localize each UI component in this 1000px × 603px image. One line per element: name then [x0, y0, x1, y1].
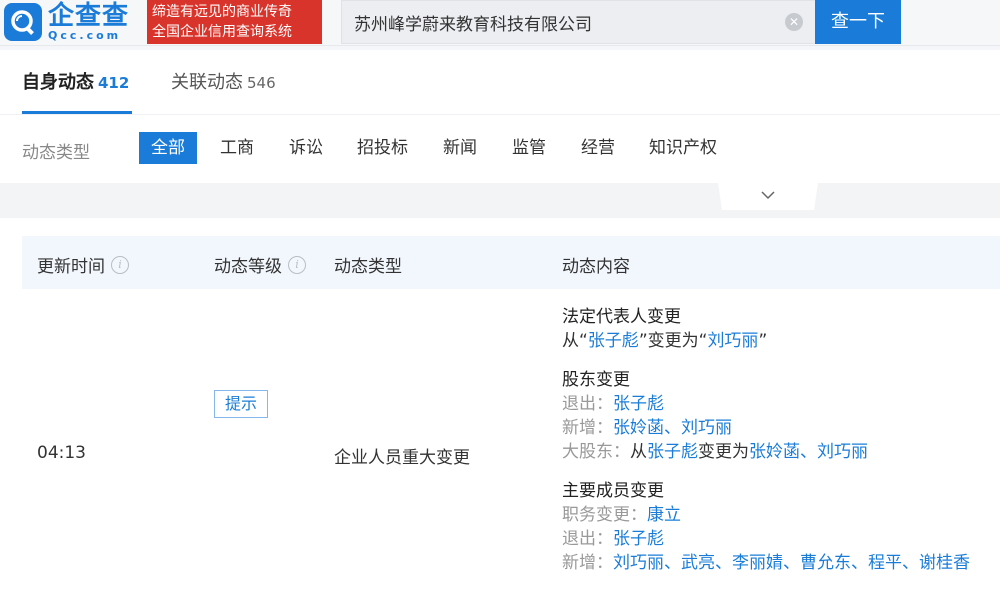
filter-ip[interactable]: 知识产权: [637, 132, 729, 164]
col-content: 动态内容: [562, 252, 630, 277]
separator: 、: [664, 553, 681, 573]
row-type: 企业人员重大变更: [334, 448, 470, 468]
tab-count: 412: [98, 74, 130, 92]
shareholder-major: 大股东：从张子彪变更为张姈菡、刘巧丽: [562, 440, 1000, 464]
person-link[interactable]: 程平: [868, 553, 902, 573]
members-exit: 退出：张子彪: [562, 527, 1000, 551]
search-input[interactable]: [354, 1, 784, 43]
label: 退出：: [562, 529, 613, 549]
separator: 、: [664, 418, 681, 438]
person-link[interactable]: 张子彪: [613, 529, 664, 549]
filter-business[interactable]: 工商: [208, 132, 266, 164]
label: 新增：: [562, 418, 613, 438]
level-badge: 提示: [214, 390, 268, 418]
person-link[interactable]: 张子彪: [588, 331, 639, 351]
chevron-down-icon[interactable]: [760, 187, 776, 203]
row-content: 法定代表人变更 从“张子彪”变更为“刘巧丽” 股东变更 退出：张子彪 新增：张姈…: [562, 305, 1000, 575]
person-link[interactable]: 张子彪: [613, 394, 664, 414]
label: 职务变更：: [562, 505, 647, 525]
logo[interactable]: 企查查 Qcc.com: [48, 2, 144, 44]
table-header: 更新时间 i 动态等级 i 动态类型 动态内容: [22, 236, 1000, 289]
person-link[interactable]: 刘巧丽: [817, 442, 868, 462]
members-duty: 职务变更：康立: [562, 503, 1000, 527]
clear-search-icon[interactable]: ✕: [785, 13, 803, 31]
filter-bidding[interactable]: 招投标: [345, 132, 420, 164]
top-header: 企查查 Qcc.com 缔造有远见的商业传奇 全国企业信用查询系统 ✕ 查一下: [0, 0, 1000, 46]
slogan-line-2: 全国企业信用查询系统: [152, 24, 292, 40]
tab-count: 546: [247, 74, 276, 92]
separator: 、: [800, 442, 817, 462]
filter-regulation[interactable]: 监管: [500, 132, 558, 164]
col-label: 动态内容: [562, 257, 630, 277]
person-link[interactable]: 张姈菡: [749, 442, 800, 462]
person-link[interactable]: 张姈菡: [613, 418, 664, 438]
person-link[interactable]: 张子彪: [647, 442, 698, 462]
row-time: 04:13: [37, 443, 86, 463]
text: 从“: [562, 331, 588, 351]
label: 新增：: [562, 553, 613, 573]
person-link[interactable]: 刘巧丽: [681, 418, 732, 438]
slogan-banner: 缔造有远见的商业传奇 全国企业信用查询系统: [147, 0, 322, 44]
text: ”: [758, 331, 768, 351]
filter-all[interactable]: 全部: [139, 132, 197, 164]
members-title: 主要成员变更: [562, 481, 664, 501]
qcc-logo-icon[interactable]: [4, 3, 42, 41]
col-update-time: 更新时间 i: [37, 252, 129, 277]
text: 变更为: [698, 442, 749, 462]
legal-rep-title: 法定代表人变更: [562, 307, 681, 327]
col-type: 动态类型: [334, 252, 402, 277]
label: 大股东：: [562, 442, 630, 462]
separator: 、: [902, 553, 919, 573]
separator: 、: [851, 553, 868, 573]
tab-own-dynamics[interactable]: 自身动态 412: [22, 68, 129, 94]
label: 退出：: [562, 394, 613, 414]
person-link[interactable]: 刘巧丽: [613, 553, 664, 573]
filter-expand-band: [0, 183, 1000, 218]
person-link[interactable]: 武亮: [681, 553, 715, 573]
separator: 、: [715, 553, 732, 573]
search-box: ✕: [341, 0, 815, 44]
text: 从: [630, 442, 647, 462]
filter-label: 动态类型: [22, 143, 90, 163]
filter-litigation[interactable]: 诉讼: [277, 132, 335, 164]
person-link[interactable]: 曹允东: [800, 553, 851, 573]
members-add: 新增：刘巧丽、武亮、李丽婧、曹允东、程平、谢桂香: [562, 551, 1000, 575]
legal-rep-change: 从“张子彪”变更为“刘巧丽”: [562, 329, 1000, 353]
person-link[interactable]: 李丽婧: [732, 553, 783, 573]
col-label: 动态等级: [214, 257, 282, 277]
shareholder-add: 新增：张姈菡、刘巧丽: [562, 416, 1000, 440]
dynamics-card: 自身动态 412 关联动态 546 动态类型 全部 工商 诉讼 招投标 新闻 监管 …: [0, 50, 1000, 603]
person-link[interactable]: 刘巧丽: [707, 331, 758, 351]
slogan-line-1: 缔造有远见的商业传奇: [152, 4, 292, 20]
separator: 、: [783, 553, 800, 573]
shareholder-title: 股东变更: [562, 370, 630, 390]
col-label: 更新时间: [37, 257, 105, 277]
info-icon[interactable]: i: [288, 255, 306, 274]
col-label: 动态类型: [334, 257, 402, 277]
info-icon[interactable]: i: [111, 255, 129, 274]
text: ”变更为“: [638, 331, 708, 351]
filter-news[interactable]: 新闻: [431, 132, 489, 164]
filter-operation[interactable]: 经营: [569, 132, 627, 164]
person-link[interactable]: 康立: [647, 505, 681, 525]
tab-related-dynamics[interactable]: 关联动态 546: [171, 68, 276, 94]
person-link[interactable]: 谢桂香: [919, 553, 970, 573]
search-button[interactable]: 查一下: [815, 0, 901, 44]
tab-label: 自身动态: [22, 72, 94, 93]
shareholder-exit: 退出：张子彪: [562, 392, 1000, 416]
logo-name: 企查查: [48, 1, 130, 31]
logo-domain: Qcc.com: [48, 29, 122, 42]
col-level: 动态等级 i: [214, 252, 306, 277]
tabs-divider: [0, 114, 1000, 115]
tab-label: 关联动态: [171, 72, 243, 93]
